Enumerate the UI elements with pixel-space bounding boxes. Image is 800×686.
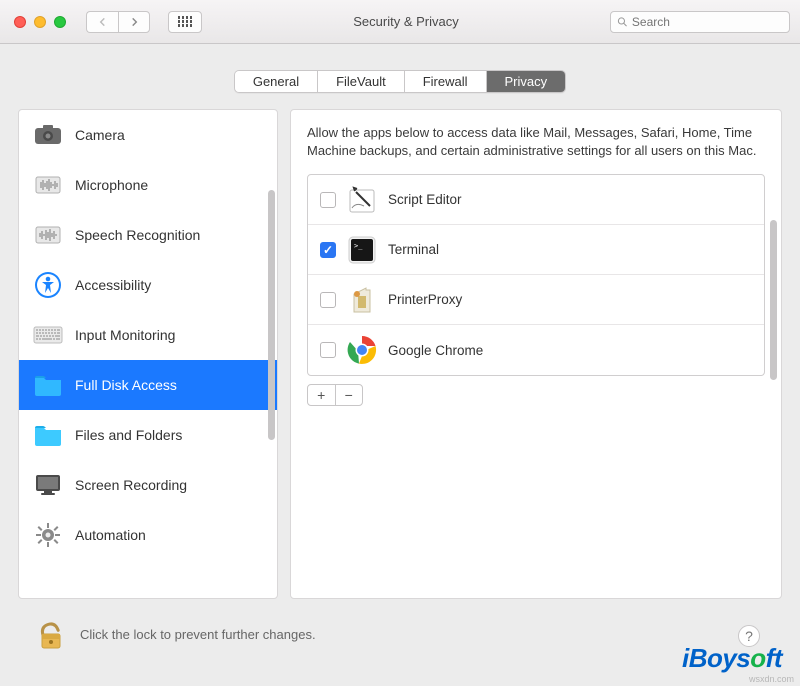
content-area: General FileVault Firewall Privacy Camer… — [0, 44, 800, 686]
sidebar-item-label: Automation — [75, 527, 146, 543]
checkbox[interactable] — [320, 342, 336, 358]
sidebar-item-files-folders[interactable]: Files and Folders — [19, 410, 277, 460]
speech-icon — [33, 220, 63, 250]
sidebar-item-accessibility[interactable]: Accessibility — [19, 260, 277, 310]
sidebar-item-label: Speech Recognition — [75, 227, 200, 243]
sidebar-item-automation[interactable]: Automation — [19, 510, 277, 560]
sidebar-item-microphone[interactable]: Microphone — [19, 160, 277, 210]
tab-general[interactable]: General — [235, 71, 318, 92]
lock-icon[interactable] — [34, 617, 68, 651]
accessibility-icon — [33, 270, 63, 300]
app-row[interactable]: Google Chrome — [308, 325, 764, 375]
app-name: Script Editor — [388, 192, 462, 207]
tab-firewall[interactable]: Firewall — [405, 71, 487, 92]
tabs: General FileVault Firewall Privacy — [18, 70, 782, 93]
app-name: Google Chrome — [388, 343, 483, 358]
app-row[interactable]: >_ Terminal — [308, 225, 764, 275]
lock-text: Click the lock to prevent further change… — [80, 627, 316, 642]
sidebar-item-label: Microphone — [75, 177, 148, 193]
privacy-sidebar: Camera Microphone Speech Recognition — [18, 109, 278, 599]
sidebar-item-label: Camera — [75, 127, 125, 143]
nav-group — [86, 11, 150, 33]
watermark-dot: o — [750, 643, 765, 673]
watermark: iBoysoft — [682, 643, 782, 674]
app-list: Script Editor >_ Terminal — [307, 174, 765, 376]
tab-privacy[interactable]: Privacy — [487, 71, 566, 92]
sidebar-item-input-monitoring[interactable]: Input Monitoring — [19, 310, 277, 360]
watermark-prefix: iBoys — [682, 643, 750, 673]
sidebar-item-label: Files and Folders — [75, 427, 182, 443]
app-name: Terminal — [388, 242, 439, 257]
screen-icon — [33, 470, 63, 500]
sidebar-item-camera[interactable]: Camera — [19, 110, 277, 160]
script-editor-icon — [346, 184, 378, 216]
watermark-suffix: ft — [766, 643, 782, 673]
window-title: Security & Privacy — [212, 14, 600, 29]
sidebar-item-full-disk-access[interactable]: Full Disk Access — [19, 360, 277, 410]
close-window-button[interactable] — [14, 16, 26, 28]
sidebar-item-label: Screen Recording — [75, 477, 187, 493]
remove-button[interactable]: − — [336, 385, 363, 405]
search-icon — [617, 16, 628, 28]
sidebar-scrollbar[interactable] — [268, 190, 275, 440]
titlebar: Security & Privacy — [0, 0, 800, 44]
add-button[interactable]: + — [308, 385, 336, 405]
sidebar-item-label: Full Disk Access — [75, 377, 177, 393]
search-field[interactable] — [610, 11, 790, 33]
app-row[interactable]: Script Editor — [308, 175, 764, 225]
app-name: PrinterProxy — [388, 292, 462, 307]
footer: Click the lock to prevent further change… — [18, 599, 782, 669]
minimize-window-button[interactable] — [34, 16, 46, 28]
main-panel: Allow the apps below to access data like… — [290, 109, 782, 599]
microphone-icon — [33, 170, 63, 200]
search-input[interactable] — [632, 15, 783, 29]
description-text: Allow the apps below to access data like… — [307, 124, 765, 160]
app-row[interactable]: PrinterProxy — [308, 275, 764, 325]
sidebar-item-label: Input Monitoring — [75, 327, 175, 343]
traffic-lights — [10, 16, 66, 28]
sidebar-item-screen-recording[interactable]: Screen Recording — [19, 460, 277, 510]
folder-icon — [33, 370, 63, 400]
sidebar-item-speech[interactable]: Speech Recognition — [19, 210, 277, 260]
sidebar-item-label: Accessibility — [75, 277, 151, 293]
zoom-window-button[interactable] — [54, 16, 66, 28]
checkbox[interactable] — [320, 192, 336, 208]
keyboard-icon — [33, 320, 63, 350]
terminal-icon: >_ — [346, 234, 378, 266]
app-list-scrollbar[interactable] — [770, 220, 777, 380]
folder-icon — [33, 420, 63, 450]
forward-button[interactable] — [118, 11, 150, 33]
show-all-prefs-button[interactable] — [168, 11, 202, 33]
chrome-icon — [346, 334, 378, 366]
svg-text:>_: >_ — [354, 242, 363, 250]
printer-proxy-icon — [346, 284, 378, 316]
apps-grid-icon — [178, 16, 193, 27]
checkbox[interactable] — [320, 292, 336, 308]
gear-icon — [33, 520, 63, 550]
tab-filevault[interactable]: FileVault — [318, 71, 405, 92]
checkbox[interactable] — [320, 242, 336, 258]
camera-icon — [33, 120, 63, 150]
add-remove-group: + − — [307, 384, 363, 406]
source-text: wsxdn.com — [749, 674, 794, 684]
back-button[interactable] — [86, 11, 118, 33]
